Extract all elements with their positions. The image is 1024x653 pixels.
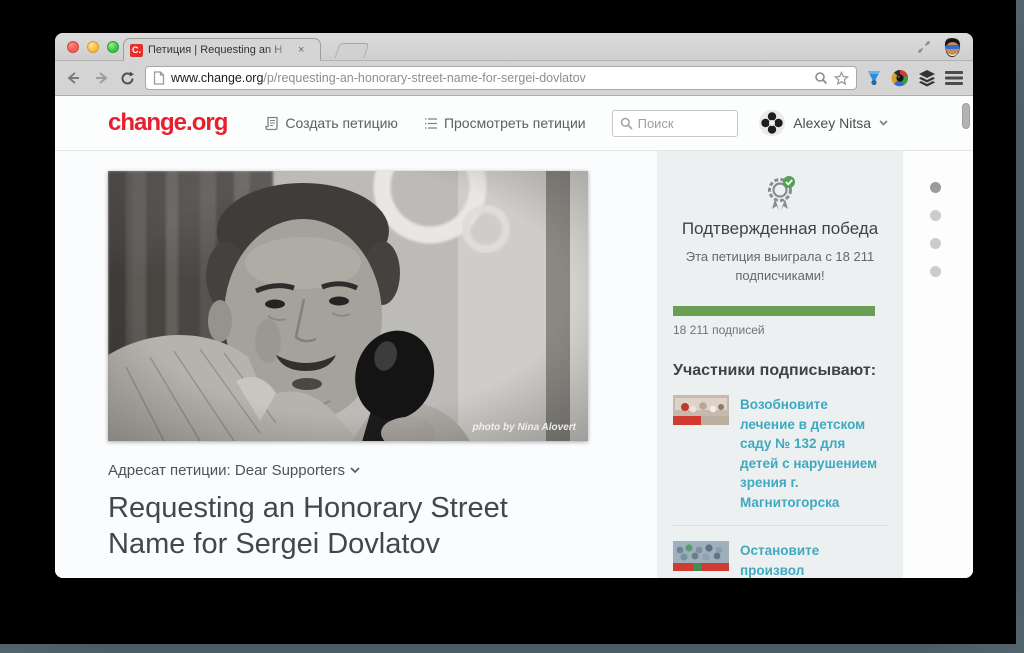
address-bar[interactable]: www.change.org/p/requesting-an-honorary-…: [145, 66, 857, 90]
tab-title: Петиция | Requesting an H: [148, 44, 293, 56]
related-petition-thumbnail: [673, 395, 729, 425]
tab-close-icon[interactable]: ×: [298, 45, 304, 56]
user-name: Alexey Nitsa: [793, 115, 871, 131]
url-host: www.change.org: [171, 71, 263, 85]
scrollbar-thumb[interactable]: [962, 103, 970, 129]
user-avatar: [759, 110, 785, 136]
site-search[interactable]: [612, 110, 738, 137]
section-dot[interactable]: [930, 210, 941, 221]
section-dot[interactable]: [930, 182, 941, 193]
section-dot-rail: [903, 151, 973, 578]
url-text[interactable]: www.change.org/p/requesting-an-honorary-…: [171, 71, 808, 85]
desktop: C. Петиция | Requesting an H ×: [0, 0, 1024, 653]
expand-icon[interactable]: [916, 39, 932, 55]
petition-main: photo by Nina Alovert Адресат петиции: D…: [55, 151, 657, 578]
victory-subtext: Эта петиция выиграла с 18 211 подписчика…: [673, 247, 887, 285]
signature-count: 18 211 подписей: [673, 323, 887, 337]
petition-title: Requesting an Honorary Street Name for S…: [108, 490, 578, 562]
section-dot[interactable]: [930, 238, 941, 249]
related-petition-link[interactable]: Возобновите лечение в детском саду № 132…: [740, 395, 878, 512]
section-dot[interactable]: [930, 266, 941, 277]
user-menu[interactable]: Alexey Nitsa: [759, 110, 888, 136]
bookmark-star-icon[interactable]: [834, 71, 849, 86]
site-header: change.org Создать петицию Просмотреть п…: [55, 96, 973, 151]
victory-badge-icon: [673, 175, 887, 211]
window-controls: [67, 41, 119, 53]
petition-photo: photo by Nina Alovert: [108, 171, 588, 441]
new-tab-button[interactable]: [335, 43, 370, 58]
related-petition-link[interactable]: Остановите произвол руководства в Россий…: [740, 541, 878, 578]
nav-browse-label: Просмотреть петиции: [444, 115, 586, 131]
extension-pin-icon[interactable]: [866, 69, 882, 87]
chevron-down-icon: [879, 120, 888, 126]
petition-recipient[interactable]: Адресат петиции: Dear Supporters: [108, 462, 657, 479]
extension-lens-icon[interactable]: [891, 69, 909, 87]
desktop-edge-right: [1016, 0, 1024, 653]
zoom-window-button[interactable]: [107, 41, 119, 53]
nav-create-label: Создать петицию: [285, 115, 398, 131]
tab-favicon: C.: [130, 44, 143, 57]
signature-progress-bar: [673, 306, 875, 316]
nav-browse-petitions[interactable]: Просмотреть петиции: [424, 115, 586, 131]
search-icon: [620, 117, 633, 130]
desktop-edge-bottom: [0, 644, 1024, 653]
related-petition-thumbnail: [673, 541, 729, 571]
url-path: /p/requesting-an-honorary-street-name-fo…: [263, 71, 585, 85]
back-button[interactable]: [65, 70, 83, 86]
list-icon: [424, 117, 438, 130]
related-petition-item[interactable]: Возобновите лечение в детском саду № 132…: [673, 380, 887, 525]
minimize-window-button[interactable]: [87, 41, 99, 53]
supporters-heading: Участники подписывают:: [673, 362, 887, 380]
browser-window: C. Петиция | Requesting an H ×: [55, 33, 973, 578]
reload-button[interactable]: [119, 70, 136, 87]
omnibox-search-icon[interactable]: [814, 71, 828, 85]
related-petition-item[interactable]: Остановите произвол руководства в Россий…: [673, 525, 887, 578]
close-window-button[interactable]: [67, 41, 79, 53]
search-input[interactable]: [638, 116, 723, 131]
petition-sidebar: Подтвержденная победа Эта петиция выигра…: [657, 151, 903, 578]
main-nav: Создать петицию Просмотреть петиции: [265, 115, 585, 131]
menu-hamburger-icon[interactable]: [945, 71, 963, 85]
site-logo[interactable]: change.org: [108, 109, 227, 137]
page: change.org Создать петицию Просмотреть п…: [55, 96, 973, 578]
page-doc-icon: [153, 71, 165, 85]
scroll-doc-icon: [265, 116, 279, 131]
photo-credit: photo by Nina Alovert: [471, 422, 576, 433]
profile-avatar-icon[interactable]: [942, 36, 963, 58]
victory-heading: Подтвержденная победа: [673, 219, 887, 239]
browser-toolbar: www.change.org/p/requesting-an-honorary-…: [55, 61, 973, 96]
browser-tab[interactable]: C. Петиция | Requesting an H ×: [123, 38, 321, 61]
extension-layers-icon[interactable]: [918, 69, 936, 87]
forward-button[interactable]: [92, 70, 110, 86]
recipient-text: Адресат петиции: Dear Supporters: [108, 462, 345, 479]
nav-create-petition[interactable]: Создать петицию: [265, 115, 398, 131]
titlebar: C. Петиция | Requesting an H ×: [55, 33, 973, 61]
chevron-down-icon: [350, 467, 360, 474]
